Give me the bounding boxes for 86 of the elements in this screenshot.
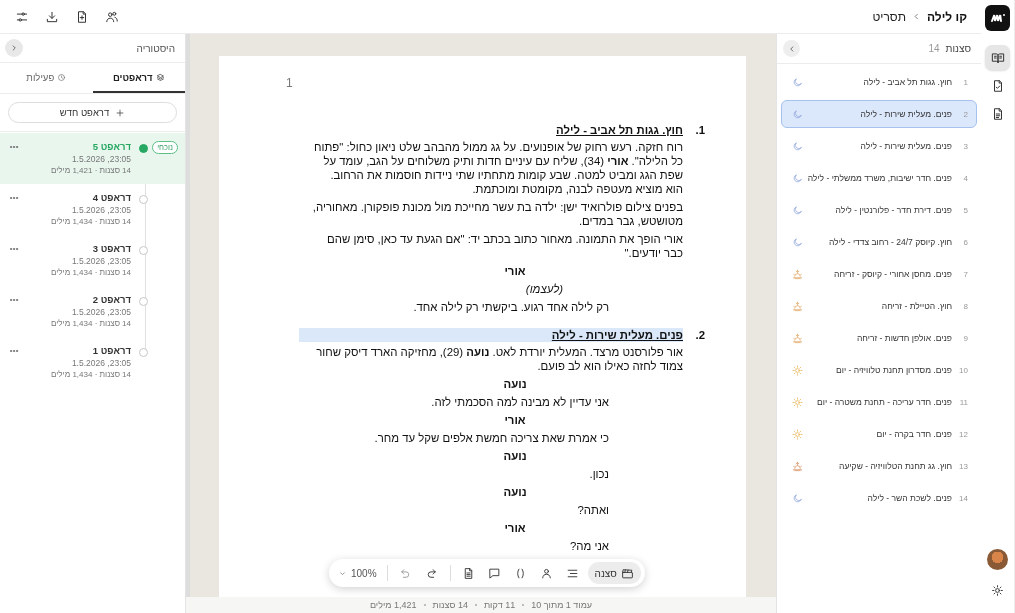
- timeline-dot: [138, 144, 148, 153]
- dialogue-text: אני מה?: [568, 539, 609, 553]
- draft-date: 23:05, 1.5.2026: [70, 307, 131, 317]
- moon-icon: [792, 76, 803, 88]
- action-text: אור פלורסנט מרצד. המעלית יורדת לאט. נועה (29), מחזיקה הארד דיסק שחור צמוד לחזה כאילו הוא לב פועם.: [315, 345, 683, 373]
- sun-icon: [991, 584, 1004, 597]
- draft-date: 23:05, 1.5.2026: [70, 256, 131, 266]
- logo: [985, 5, 1010, 31]
- draft-stats: 14 סצנות · 1,421 מילים: [50, 166, 131, 175]
- file-plus-icon: [75, 9, 89, 24]
- clock-icon: [57, 72, 67, 82]
- sun-icon: [792, 396, 803, 408]
- scene-number: 2.: [694, 328, 706, 342]
- breadcrumb-item[interactable]: קו לילה: [927, 9, 967, 24]
- draft-name: דראפט 5: [91, 141, 131, 152]
- moon-icon: [792, 204, 803, 216]
- dialogue-text: נכון.: [588, 467, 609, 481]
- status-text: 11 דקות: [483, 600, 516, 610]
- book-icon: [990, 50, 1005, 65]
- sunrise-icon: [792, 268, 803, 280]
- timeline-dot: [138, 348, 148, 357]
- action-text: אורי הופך את התמונה. מאחור כתוב בכתב יד: "אם הגעת עד כאן, סימן שהם כבר יודעים.": [326, 232, 683, 260]
- panel-title: היסטוריה: [136, 42, 175, 54]
- draft-stats: 14 סצנות · 1,434 מילים: [50, 217, 131, 226]
- scene-button[interactable]: סצנה: [587, 562, 641, 584]
- scene-count: 14: [928, 43, 940, 54]
- sun-icon: [792, 428, 803, 440]
- sliders-icon: [15, 9, 29, 24]
- redo-icon: [425, 566, 439, 580]
- status-text: 14 סצנות: [432, 600, 468, 610]
- comment-icon: [488, 566, 502, 580]
- character-name: אורי: [503, 413, 527, 427]
- status-text: 1,421 מילים: [369, 600, 417, 610]
- draft-name: דראפט 1: [91, 345, 131, 356]
- draft-date: 23:05, 1.5.2026: [70, 205, 131, 215]
- person-icon: [540, 566, 554, 580]
- timeline-dot: [138, 195, 148, 204]
- draft-date: 23:05, 1.5.2026: [70, 154, 131, 164]
- dialogue-text: ואתה?: [576, 503, 609, 517]
- moon-icon: [792, 140, 803, 152]
- draft-name: דראפט 4: [91, 192, 131, 203]
- draft-name: דראפט 2: [91, 294, 131, 305]
- scene-heading: פנים. מעלית שירות - לילה: [299, 328, 683, 342]
- dialogue-text: רק לילה אחד רגוע. ביקשתי רק לילה אחד.: [412, 300, 609, 314]
- character-name: נועה: [502, 485, 528, 499]
- moon-icon: [792, 492, 803, 504]
- panel-title: סצנות: [945, 43, 971, 54]
- draft-stats: 14 סצנות · 1,434 מילים: [50, 319, 131, 328]
- sidebar-item[interactable]: [985, 45, 1010, 70]
- scene-heading: חוץ. גגות תל אביב - לילה: [555, 123, 683, 137]
- moon-icon: [792, 236, 803, 248]
- action-text: בפנים צילום פולרואיד ישן: ילדה בת עשר מחייכת מול מכונת פופקורן. מאחוריה, מטושטש, גבר במדים.: [311, 200, 683, 228]
- character-name: נועה: [502, 377, 528, 391]
- users-icon: [105, 9, 119, 24]
- action-text: רוח חזקה. רעש רחוק של אופנועים. על גג ממול מהבהב שלט ניאון כחול: "פתוח כל הלילה". אורי (34), שליח עם עיניים חדות ותיק משלוחים על הגב, עומד על שפת הגג ומביט למטה. שבע קומות מתחתיו שתי ניידות חוסמות את הרחוב. הוא מוציא מעטפה לבנה, מקומטת ומוכתמת.: [313, 140, 683, 196]
- moon-icon: [792, 108, 803, 120]
- tab[interactable]: פעילות: [0, 63, 93, 93]
- character-name: אורי: [503, 264, 527, 278]
- sunrise-icon: [792, 332, 803, 344]
- timeline-dot: [138, 246, 148, 255]
- tab[interactable]: דראפטים: [92, 63, 185, 93]
- layers-icon: [155, 72, 165, 82]
- zoom-dropdown[interactable]: 100%: [335, 562, 380, 584]
- draft-stats: 14 סצנות · 1,434 מילים: [50, 268, 131, 277]
- clapperboard-icon: [620, 566, 634, 580]
- avatar[interactable]: [987, 549, 1008, 570]
- scene-number: 1.: [694, 123, 706, 137]
- download-icon: [45, 9, 59, 24]
- plus-icon: [115, 107, 126, 118]
- dialogue-text: כי אמרת שאת צריכה חמשת אלפים שקל עד מחר.: [373, 431, 609, 445]
- breadcrumb-item[interactable]: תסריט: [872, 9, 906, 24]
- parenthetical-text: (לעצמו): [524, 282, 563, 296]
- draft-stats: 14 סצנות · 1,434 מילים: [50, 370, 131, 379]
- draft-date: 23:05, 1.5.2026: [70, 358, 131, 368]
- character-name: אורי: [503, 521, 527, 535]
- sunrise-icon: [792, 300, 803, 312]
- sunset-icon: [792, 460, 803, 472]
- timeline-dot: [138, 297, 148, 306]
- status-text: עמוד 1 מתוך 10: [531, 600, 593, 610]
- new-draft-button[interactable]: דראפט חדש: [8, 102, 177, 123]
- dialogue-text: אני עדיין לא מבינה למה הסכמתי לזה.: [430, 395, 609, 409]
- character-name: נועה: [502, 449, 528, 463]
- page-number: 1: [286, 76, 294, 90]
- moon-icon: [792, 172, 803, 184]
- draft-name: דראפט 3: [91, 243, 131, 254]
- sun-icon: [792, 364, 803, 376]
